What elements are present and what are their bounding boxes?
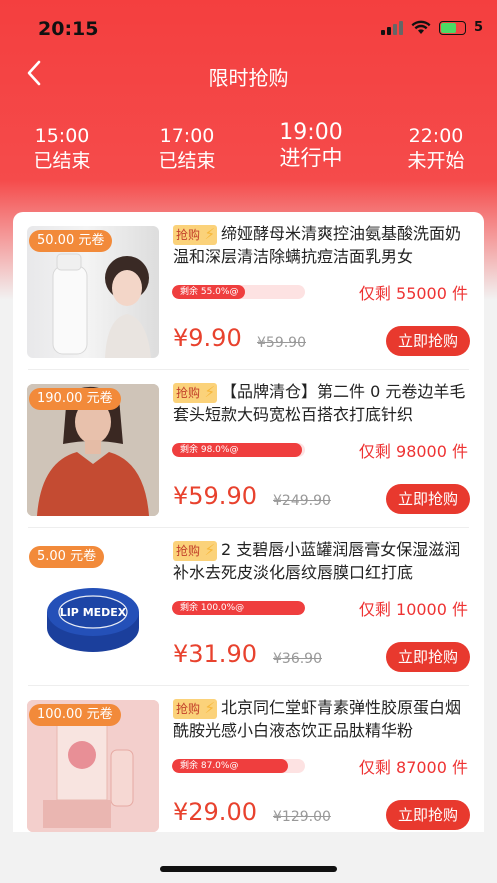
stock-progress: 剩余 55.0%@ <box>172 285 305 299</box>
tab-time: 15:00 <box>34 125 90 147</box>
tab-1900[interactable]: 19:00 进行中 <box>256 121 366 171</box>
sale-price: ¥31.90 <box>173 640 257 668</box>
tab-time: 22:00 <box>408 125 464 147</box>
product-title: 【品牌清仓】第二件 0 元卷边羊毛套头短款大码宽松百搭衣打底针织 <box>173 382 466 424</box>
coupon-badge: 50.00 元卷 <box>29 230 113 252</box>
buy-now-button[interactable]: 立即抢购 <box>386 326 470 356</box>
buy-now-button[interactable]: 立即抢购 <box>386 642 470 672</box>
home-indicator <box>160 866 337 872</box>
tab-2200[interactable]: 22:00 未开始 <box>381 124 491 174</box>
coupon-badge: 190.00 元卷 <box>29 388 121 410</box>
status-bar: 20:15 5 <box>0 0 497 58</box>
remaining-stock: 仅剩 55000 件 <box>358 284 468 303</box>
sale-price: ¥9.90 <box>173 324 242 352</box>
flash-sale-list: 50.00 元卷 抢购 ⚡ 缔娅酵母米清爽控油氨基酸洗面奶温和深层清洁除螨抗痘洁面… <box>13 212 484 832</box>
product-title: 缔娅酵母米清爽控油氨基酸洗面奶温和深层清洁除螨抗痘洁面乳男女 <box>173 224 462 266</box>
remaining-stock: 仅剩 10000 件 <box>358 600 468 619</box>
tab-time: 19:00 <box>279 120 343 145</box>
stock-progress-text: 剩余 100.0%@ <box>180 603 245 613</box>
status-time: 20:15 <box>38 18 99 40</box>
lip-balm-label: LIP MEDEX <box>60 606 127 619</box>
remaining-stock: 仅剩 98000 件 <box>358 442 468 461</box>
original-price: ¥36.90 <box>273 651 322 667</box>
buy-now-button[interactable]: 立即抢购 <box>386 800 470 830</box>
sale-price: ¥59.90 <box>173 482 257 510</box>
stock-progress: 剩余 100.0%@ <box>172 601 305 615</box>
sale-price: ¥29.00 <box>173 798 257 826</box>
wifi-icon <box>411 20 431 34</box>
buy-now-button[interactable]: 立即抢购 <box>386 484 470 514</box>
list-item[interactable]: LIP MEDEX 5.00 元卷 抢购 ⚡ 2 支碧唇小蓝罐润唇膏女保湿滋润补水… <box>13 528 484 686</box>
tab-status: 已结束 <box>158 150 216 172</box>
product-title: 北京同仁堂虾青素弹性胶原蛋白烟酰胺光感小白液态饮正品肽精华粉 <box>173 698 462 740</box>
original-price: ¥249.90 <box>273 493 331 509</box>
battery-percent: 5 <box>473 20 483 35</box>
tab-status: 未开始 <box>407 150 465 172</box>
tab-status: 已结束 <box>33 150 91 172</box>
list-item[interactable]: 190.00 元卷 抢购 ⚡ 【品牌清仓】第二件 0 元卷边羊毛套头短款大码宽松百… <box>13 370 484 528</box>
coupon-badge: 5.00 元卷 <box>29 546 105 568</box>
battery-icon <box>438 20 466 35</box>
tab-1500[interactable]: 15:00 已结束 <box>7 124 117 174</box>
original-price: ¥59.90 <box>257 335 306 351</box>
tab-1700[interactable]: 17:00 已结束 <box>132 124 242 174</box>
status-icons: 5 <box>380 20 483 35</box>
stock-progress: 剩余 98.0%@ <box>172 443 305 457</box>
coupon-badge: 100.00 元卷 <box>29 704 121 726</box>
page-title: 限时抢购 <box>208 66 289 90</box>
nav-bar: 限时抢购 <box>0 52 497 96</box>
original-price: ¥129.00 <box>273 809 331 825</box>
stock-progress-text: 剩余 55.0%@ <box>180 287 239 297</box>
signal-icon <box>380 20 403 35</box>
stock-progress-text: 剩余 87.0%@ <box>180 761 239 771</box>
time-tabs: 15:00 已结束 17:00 已结束 19:00 进行中 22:00 未开始 <box>0 121 497 180</box>
stock-progress: 剩余 87.0%@ <box>172 759 305 773</box>
list-item[interactable]: 50.00 元卷 抢购 ⚡ 缔娅酵母米清爽控油氨基酸洗面奶温和深层清洁除螨抗痘洁面… <box>13 212 484 370</box>
tab-time: 17:00 <box>159 125 215 147</box>
product-title: 2 支碧唇小蓝罐润唇膏女保湿滋润补水去死皮淡化唇纹唇膜口红打底 <box>173 540 461 582</box>
remaining-stock: 仅剩 87000 件 <box>358 758 468 777</box>
tab-status: 进行中 <box>279 146 343 170</box>
list-item[interactable]: 100.00 元卷 抢购 ⚡ 北京同仁堂虾青素弹性胶原蛋白烟酰胺光感小白液态饮正品… <box>13 686 484 832</box>
stock-progress-text: 剩余 98.0%@ <box>180 445 239 455</box>
